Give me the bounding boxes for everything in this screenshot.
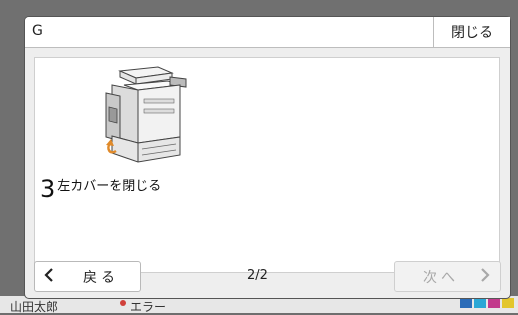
ink-status-icons xyxy=(460,298,514,308)
step-number: 3 xyxy=(40,175,56,203)
next-button-label: 次へ xyxy=(423,269,459,286)
navigation-bar: 戻る 2/2 次へ xyxy=(25,261,510,298)
error-indicator-icon xyxy=(120,300,126,306)
chevron-right-icon xyxy=(479,267,491,286)
background-user-name: 山田太郎 xyxy=(10,300,59,314)
dialog-header: G 閉じる xyxy=(25,17,510,48)
ink-m-icon xyxy=(488,298,500,308)
chevron-left-icon xyxy=(43,267,67,286)
printer-left-cover-close-illustration xyxy=(40,63,255,173)
next-button[interactable]: 次へ xyxy=(394,261,501,292)
guide-content-panel: 3 左カバーを閉じる xyxy=(34,57,500,273)
background-status-bar xyxy=(0,296,518,313)
background-status-text: エラー xyxy=(130,300,167,314)
dialog-title: G xyxy=(32,23,43,39)
step-text: 左カバーを閉じる xyxy=(57,179,162,194)
back-button[interactable]: 戻る xyxy=(34,261,141,292)
ink-y-icon xyxy=(502,298,514,308)
back-button-label: 戻る xyxy=(83,269,119,286)
guide-dialog: G 閉じる 3 左カバーを閉じる 戻る 2/2 次へ xyxy=(25,17,510,298)
page-indicator: 2/2 xyxy=(247,268,268,283)
ink-c-icon xyxy=(474,298,486,308)
close-button[interactable]: 閉じる xyxy=(433,17,510,47)
ink-k-icon xyxy=(460,298,472,308)
step-instruction: 3 左カバーを閉じる xyxy=(40,176,161,202)
